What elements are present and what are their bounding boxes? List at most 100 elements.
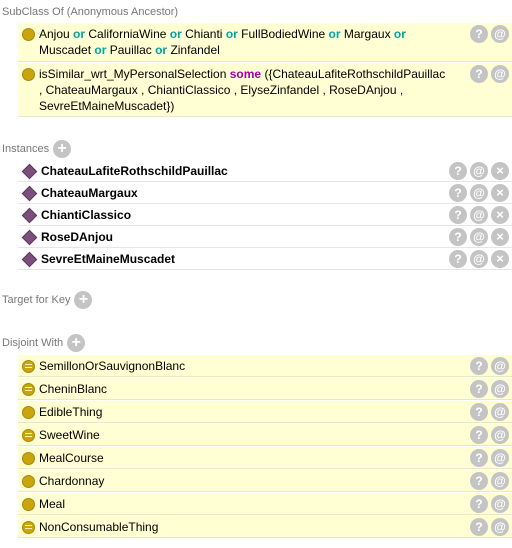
add-instance-button[interactable]: + [53,140,72,158]
annotate-button[interactable]: @ [491,380,509,398]
subclass-restriction-expression: isSimilar_wrt_MyPersonalSelection some (… [39,67,446,113]
disjoint-row[interactable]: NonConsumableThing ? @ [18,516,512,538]
section-subclass-of: SubClass Of (Anonymous Ancestor) [2,2,182,22]
instance-row[interactable]: SevreEtMaineMuscadet ? @ × [18,248,512,270]
class-circle-icon [22,475,35,488]
section-title: Target for Key [2,294,71,306]
disjoint-row[interactable]: Meal ? @ [18,493,512,515]
instance-row[interactable]: RoseDAnjou ? @ × [18,226,512,248]
instance-label: RoseDAnjou [41,230,113,244]
section-target-for-key: Target for Key + [2,290,93,310]
disjoint-label: SemillonOrSauvignonBlanc [39,359,186,373]
individual-diamond-icon [21,163,38,180]
annotate-button[interactable]: @ [491,472,509,490]
delete-button[interactable]: × [491,162,509,180]
disjoint-row[interactable]: SemillonOrSauvignonBlanc ? @ [18,355,512,377]
disjoint-row[interactable]: EdibleThing ? @ [18,401,512,423]
row-actions: ? @ [470,380,509,398]
help-button[interactable]: ? [449,162,467,180]
add-target-for-key-button[interactable]: + [74,291,93,309]
annotate-button[interactable]: @ [470,184,488,202]
help-button[interactable]: ? [470,380,488,398]
individual-diamond-icon [21,229,38,246]
help-button[interactable]: ? [470,357,488,375]
disjoint-row[interactable]: CheninBlanc ? @ [18,378,512,400]
annotate-button[interactable]: @ [491,449,509,467]
help-button[interactable]: ? [470,518,488,536]
section-disjoint-with: Disjoint With + [2,333,86,353]
row-actions: ? @ [470,65,509,83]
row-actions: ? @ × [449,206,509,224]
disjoint-label: SweetWine [39,428,100,442]
row-actions: ? @ × [449,250,509,268]
row-actions: ? @ [470,403,509,421]
delete-button[interactable]: × [491,206,509,224]
disjoint-label: CheninBlanc [39,382,108,396]
help-button[interactable]: ? [470,426,488,444]
instance-row[interactable]: ChateauLafiteRothschildPauillac ? @ × [18,160,512,182]
help-button[interactable]: ? [449,228,467,246]
disjoint-label: EdibleThing [39,405,103,419]
instance-label: ChateauMargaux [41,186,138,200]
row-actions: ? @ [470,472,509,490]
subclass-union-row[interactable]: Anjou or CaliforniaWine or Chianti or Fu… [18,23,512,62]
help-button[interactable]: ? [470,403,488,421]
row-actions: ? @ [470,357,509,375]
help-button[interactable]: ? [470,495,488,513]
class-circle-icon [22,68,35,81]
help-button[interactable]: ? [470,472,488,490]
row-actions: ? @ [470,518,509,536]
class-circle-icon [22,406,35,419]
subclass-restriction-row[interactable]: isSimilar_wrt_MyPersonalSelection some (… [18,63,512,117]
delete-button[interactable]: × [491,250,509,268]
delete-button[interactable]: × [491,184,509,202]
instance-label: ChateauLafiteRothschildPauillac [41,164,228,178]
annotate-button[interactable]: @ [491,495,509,513]
section-instances: Instances + [2,139,72,159]
class-circle-icon [22,28,35,41]
class-circle-icon [22,498,35,511]
delete-button[interactable]: × [491,228,509,246]
row-actions: ? @ × [449,228,509,246]
instance-row[interactable]: ChateauMargaux ? @ × [18,182,512,204]
help-button[interactable]: ? [449,184,467,202]
equivalent-class-icon [22,360,35,373]
annotate-button[interactable]: @ [491,426,509,444]
help-button[interactable]: ? [449,206,467,224]
help-button[interactable]: ? [470,25,488,43]
equivalent-class-icon [22,521,35,534]
help-button[interactable]: ? [470,449,488,467]
individual-diamond-icon [21,185,38,202]
equivalent-class-icon [22,383,35,396]
disjoint-label: MealCourse [39,451,104,465]
help-button[interactable]: ? [449,250,467,268]
annotate-button[interactable]: @ [470,228,488,246]
section-title: Instances [2,143,50,155]
row-actions: ? @ [470,426,509,444]
annotate-button[interactable]: @ [491,518,509,536]
disjoint-row[interactable]: Chardonnay ? @ [18,470,512,492]
row-actions: ? @ [470,495,509,513]
class-circle-icon [22,452,35,465]
disjoint-label: Meal [39,497,66,511]
subclass-union-expression: Anjou or CaliforniaWine or Chianti or Fu… [39,27,406,57]
disjoint-row[interactable]: MealCourse ? @ [18,447,512,469]
row-actions: ? @ × [449,162,509,180]
disjoint-label: NonConsumableThing [39,520,159,534]
equivalent-class-icon [22,429,35,442]
annotate-button[interactable]: @ [470,250,488,268]
section-title: Disjoint With [2,337,64,349]
annotate-button[interactable]: @ [470,206,488,224]
annotate-button[interactable]: @ [470,162,488,180]
help-button[interactable]: ? [470,65,488,83]
annotate-button[interactable]: @ [491,403,509,421]
add-disjoint-button[interactable]: + [67,334,86,352]
row-actions: ? @ [470,25,509,43]
annotate-button[interactable]: @ [491,25,509,43]
instance-row[interactable]: ChiantiClassico ? @ × [18,204,512,226]
annotate-button[interactable]: @ [491,65,509,83]
instance-label: ChiantiClassico [41,208,132,222]
instance-label: SevreEtMaineMuscadet [41,252,176,266]
annotate-button[interactable]: @ [491,357,509,375]
disjoint-row[interactable]: SweetWine ? @ [18,424,512,446]
